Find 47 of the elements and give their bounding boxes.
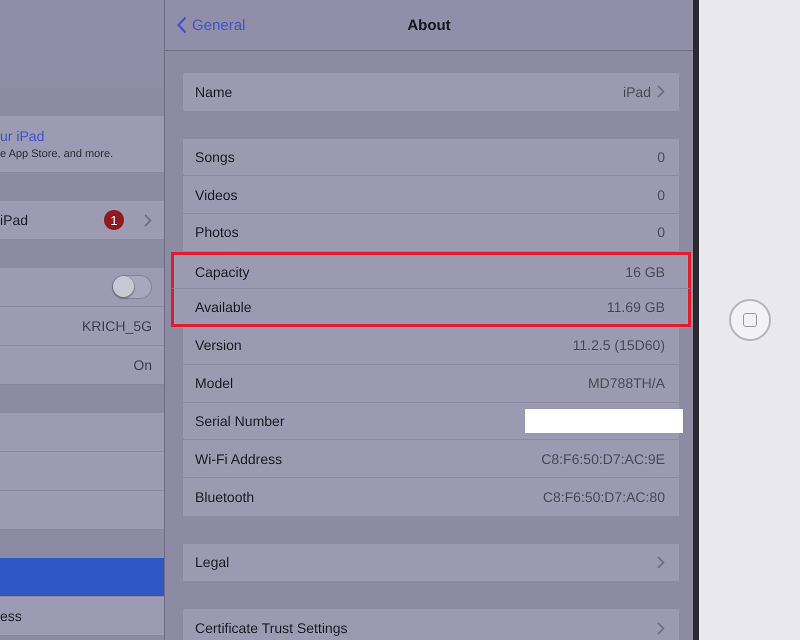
sidebar-row[interactable]: ess: [0, 597, 164, 636]
row-value: C8:F6:50:D7:AC:9E: [541, 450, 665, 467]
sidebar-row[interactable]: [0, 452, 164, 491]
chevron-icon: [657, 556, 665, 569]
row-value: 0: [657, 224, 665, 240]
row-value: iPad: [622, 84, 651, 100]
row-label: Capacity: [195, 264, 250, 280]
sidebar-value: KRICH_5G: [82, 318, 152, 334]
sidebar-row[interactable]: iPad 1: [0, 201, 164, 240]
chevron-icon: [657, 622, 665, 635]
row-value: 11.2.5 (15D60): [572, 337, 665, 354]
sidebar-label: ess: [0, 608, 22, 624]
sidebar-row[interactable]: KRICH_5G: [0, 307, 164, 346]
row-value: 0: [657, 149, 665, 166]
row-label: Available: [195, 298, 252, 315]
sidebar-subtitle: e App Store, and more.: [0, 148, 114, 160]
row-value: 11.69 GB: [606, 298, 665, 315]
notification-badge: 1: [104, 210, 124, 230]
row-label: Serial Number: [195, 412, 284, 429]
row-label: Bluetooth: [195, 488, 254, 505]
sidebar-row[interactable]: On: [0, 346, 164, 385]
sidebar-row[interactable]: [0, 268, 164, 307]
sidebar-value: On: [133, 357, 152, 373]
sidebar-label: iPad: [0, 212, 28, 228]
toggle-switch[interactable]: [112, 275, 152, 299]
row-value: 0: [657, 186, 665, 203]
row-label: Wi-Fi Address: [195, 450, 282, 467]
row-label: Version: [195, 337, 242, 354]
sidebar-row[interactable]: [0, 491, 164, 530]
row-value: 16 GB: [625, 264, 665, 280]
chevron-icon: [177, 16, 187, 34]
page-title: About: [407, 16, 451, 34]
sidebar-row[interactable]: [0, 558, 164, 597]
sidebar-row[interactable]: [0, 413, 164, 452]
row-value: MD788TH/A: [588, 375, 665, 392]
chevron-icon: [144, 214, 152, 226]
row-label: Certificate Trust Settings: [195, 620, 348, 636]
row-label: Name: [195, 84, 232, 100]
sidebar-row[interactable]: ur iPad e App Store, and more.: [0, 116, 164, 173]
home-button[interactable]: [728, 299, 770, 341]
row-label: Photos: [195, 224, 239, 240]
row-value: C8:F6:50:D7:AC:80: [542, 488, 665, 505]
row-label: Model: [195, 375, 234, 392]
row-label: Legal: [195, 554, 230, 570]
chevron-icon: [657, 85, 665, 98]
row-label: Songs: [195, 149, 235, 166]
row-label: Videos: [195, 186, 238, 203]
